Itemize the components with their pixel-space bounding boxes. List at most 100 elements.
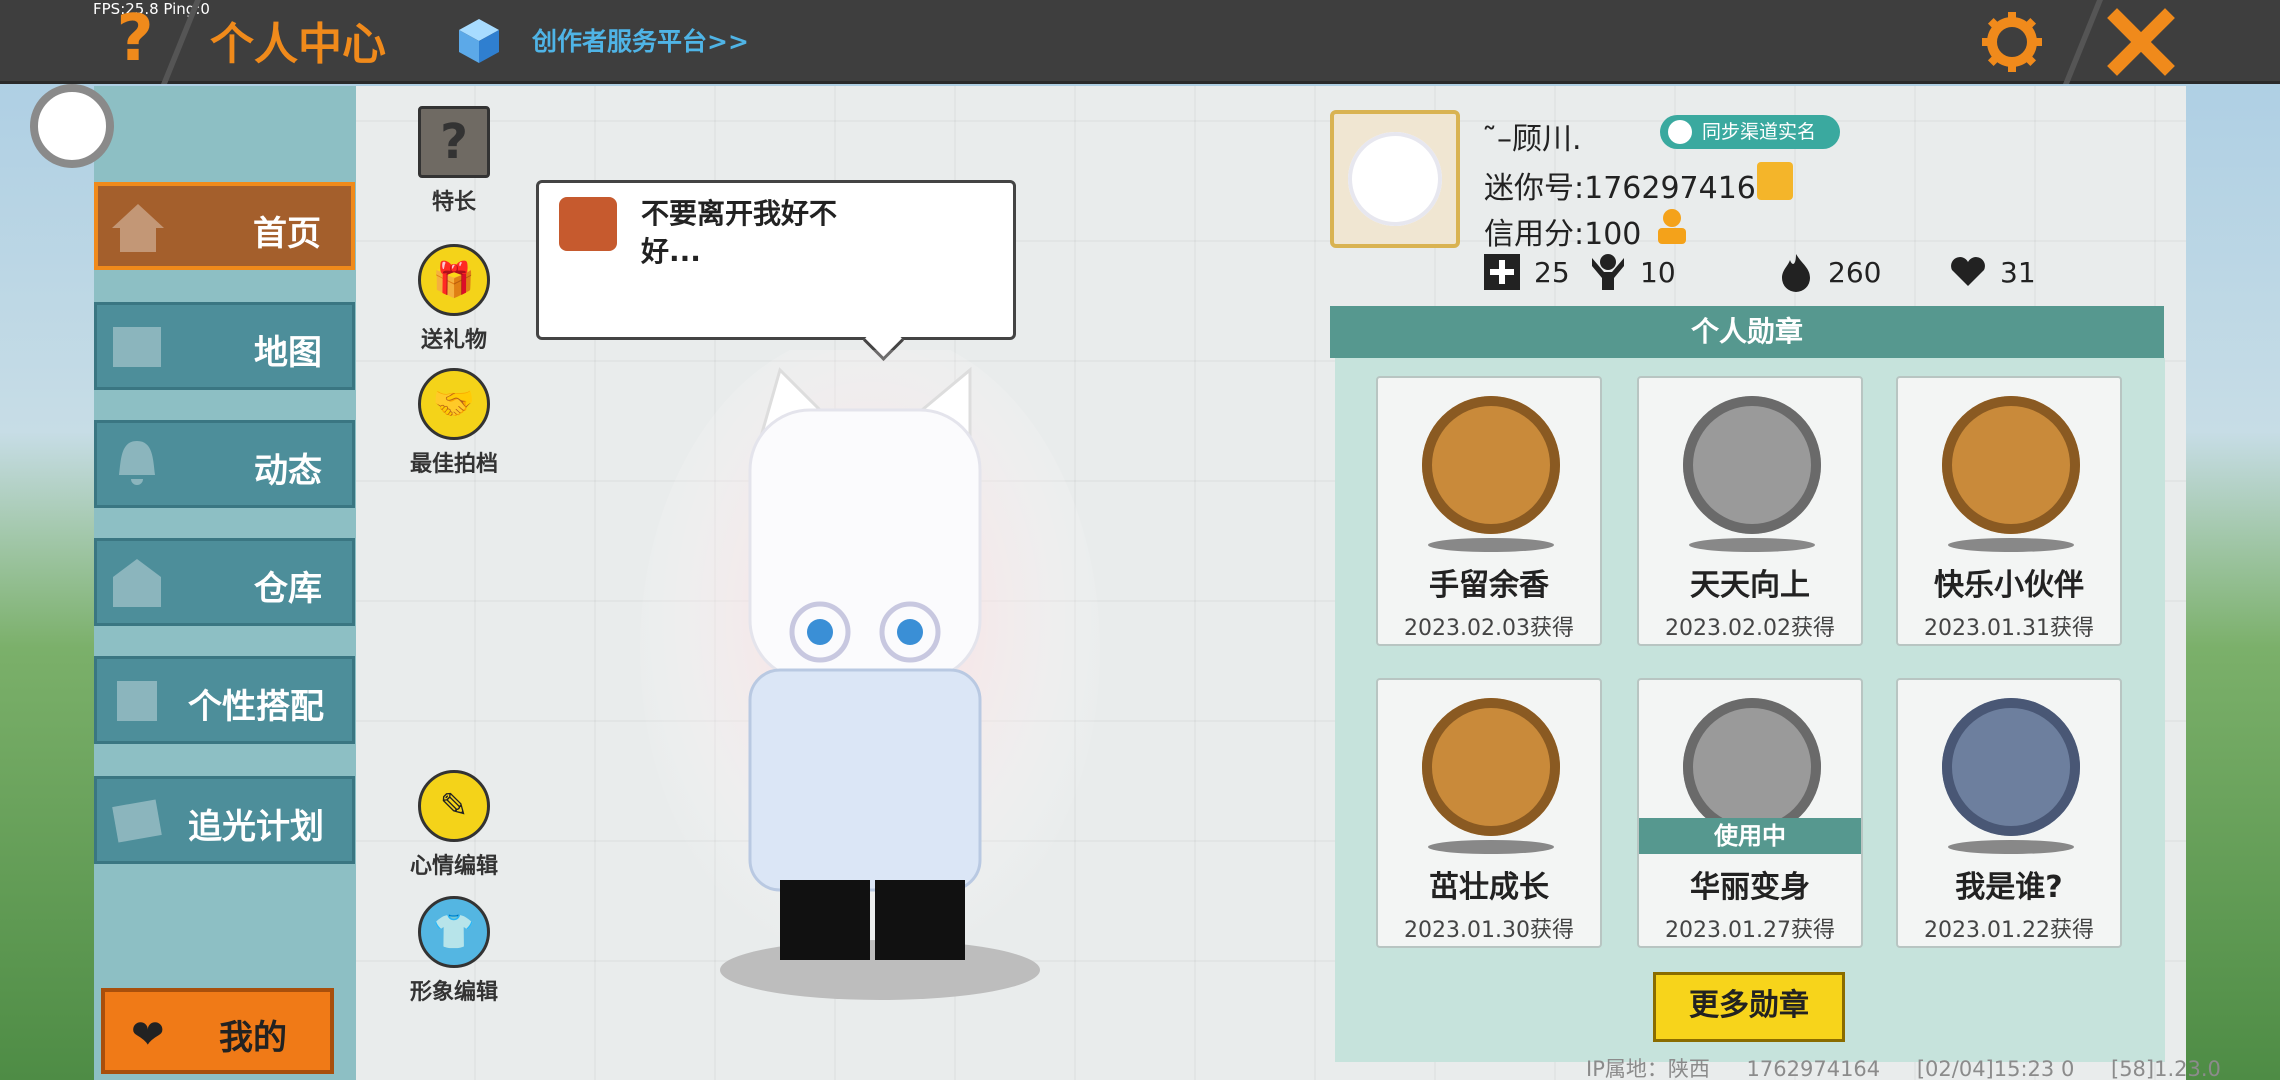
medal-date: 2023.01.30获得 xyxy=(1404,918,1574,943)
medal-date: 2023.02.03获得 xyxy=(1404,616,1574,641)
fans-icon xyxy=(1592,254,1624,290)
stat-value: 260 xyxy=(1828,255,1882,289)
sidebar-item-label: 仓库 xyxy=(254,569,322,609)
sidebar-item-map[interactable]: 地图 xyxy=(94,302,355,390)
sidebar-item-outfit[interactable]: 个性搭配 xyxy=(94,656,355,744)
stat-value: 10 xyxy=(1640,255,1676,289)
medal-card[interactable]: 使用中 华丽变身 2023.01.27获得 xyxy=(1637,678,1863,948)
stat-value: 31 xyxy=(2000,255,2036,289)
medal-card[interactable]: 快乐小伙伴 2023.01.31获得 xyxy=(1896,376,2122,646)
warehouse-icon xyxy=(113,559,161,607)
sidebar-item-label: 追光计划 xyxy=(188,807,324,847)
medal-icon xyxy=(1683,396,1821,534)
appearance-edit-button[interactable]: 👕 形象编辑 xyxy=(404,896,504,1006)
chase-light-icon xyxy=(112,799,162,843)
sidebar-item-feed[interactable]: 动态 xyxy=(94,420,355,508)
medal-name: 手留余香 xyxy=(1429,568,1549,603)
popularity-stat[interactable]: 260 xyxy=(1776,252,1881,292)
footer-time: [02/04]15:23 0 xyxy=(1916,1057,2075,1080)
edit-icon: ✎ xyxy=(418,770,490,842)
credit-icon[interactable] xyxy=(1652,206,1692,246)
gear-icon[interactable] xyxy=(1980,10,2044,74)
sidebar-item-warehouse[interactable]: 仓库 xyxy=(94,538,355,626)
footer-version: [58]1.23.0 xyxy=(2111,1057,2221,1080)
more-medals-button[interactable]: 更多勋章 xyxy=(1653,972,1845,1042)
ip-location: IP属地：陕西 xyxy=(1586,1057,1710,1080)
sidebar-item-chase-light[interactable]: 追光计划 xyxy=(94,776,355,864)
floating-record-button[interactable] xyxy=(30,84,114,168)
player-name: ˜–顾川. xyxy=(1482,122,1582,157)
medal-card[interactable]: 我是谁? 2023.01.22获得 xyxy=(1896,678,2122,948)
likes-stat[interactable]: 31 xyxy=(1948,252,2036,292)
heart-icon: ❤ xyxy=(131,1012,165,1058)
medal-card[interactable]: 手留余香 2023.02.03获得 xyxy=(1376,376,1602,646)
medal-name: 天天向上 xyxy=(1690,568,1810,603)
outfit-icon xyxy=(117,681,157,721)
copy-icon[interactable] xyxy=(1757,162,1793,200)
gift-icon: 🎁 xyxy=(418,244,490,316)
best-partner-button[interactable]: 🤝 最佳拍档 xyxy=(404,368,504,478)
help-icon[interactable]: ? xyxy=(105,4,165,74)
fans-stat[interactable]: 10 xyxy=(1588,252,1676,292)
medal-icon xyxy=(1422,698,1560,836)
medal-icon xyxy=(1942,396,2080,534)
action-label: 送礼物 xyxy=(420,328,487,353)
mood-avatar-icon xyxy=(559,197,617,251)
sidebar-item-home[interactable]: 首页 xyxy=(94,182,355,270)
talent-button[interactable]: ? 特长 xyxy=(404,106,504,216)
medal-card[interactable]: 天天向上 2023.02.02获得 xyxy=(1637,376,1863,646)
sidebar-item-label: 个性搭配 xyxy=(188,687,324,727)
friends-stat[interactable]: 25 xyxy=(1482,252,1570,292)
sidebar-item-label: 首页 xyxy=(253,214,321,254)
divider xyxy=(2063,0,2103,84)
speech-bubble: 不要离开我好不好... xyxy=(536,180,1016,340)
handshake-icon: 🤝 xyxy=(418,368,490,440)
mine-button[interactable]: ❤ 我的 xyxy=(101,988,334,1074)
footer-info: IP属地：陕西 1762974164 [02/04]15:23 0 [58]1.… xyxy=(1586,1053,2251,1080)
medal-date: 2023.01.22获得 xyxy=(1924,918,2094,943)
send-gift-button[interactable]: 🎁 送礼物 xyxy=(404,244,504,354)
action-label: 特长 xyxy=(431,190,476,215)
creator-platform-link[interactable]: 创作者服务平台>> xyxy=(532,22,749,58)
medal-panel-title: 个人勋章 xyxy=(1330,306,2164,358)
hearts-icon xyxy=(1951,257,1985,286)
action-label: 形象编辑 xyxy=(409,980,498,1005)
question-box-icon: ? xyxy=(418,106,490,178)
medal-date: 2023.02.02获得 xyxy=(1665,616,1835,641)
page-title: 个人中心 xyxy=(210,19,386,70)
medal-icon xyxy=(1942,698,2080,836)
mood-edit-button[interactable]: ✎ 心情编辑 xyxy=(404,770,504,880)
close-icon[interactable] xyxy=(2105,6,2177,78)
map-icon xyxy=(113,327,161,367)
outfit-icon: 👕 xyxy=(418,896,490,968)
medal-date: 2023.01.27获得 xyxy=(1665,918,1835,943)
medal-date: 2023.01.31获得 xyxy=(1924,616,2094,641)
realname-badge[interactable]: 同步渠道实名 xyxy=(1660,115,1840,149)
stat-value: 25 xyxy=(1534,255,1570,289)
medal-icon xyxy=(1422,396,1560,534)
sidebar-item-label: 地图 xyxy=(254,333,322,373)
top-bar: FPS:25.8 Ping:0 ? 个人中心 创作者服务平台>> xyxy=(0,0,2280,84)
medal-name: 茁壮成长 xyxy=(1429,870,1549,905)
player-character[interactable] xyxy=(640,350,1100,1010)
action-label: 心情编辑 xyxy=(409,854,498,879)
creator-cube-icon xyxy=(459,19,499,63)
medal-name: 华丽变身 xyxy=(1690,870,1810,905)
medal-name: 快乐小伙伴 xyxy=(1934,568,2084,603)
action-label: 最佳拍档 xyxy=(409,452,498,477)
bell-icon xyxy=(119,441,155,485)
fire-icon xyxy=(1782,254,1810,292)
home-icon xyxy=(112,204,164,252)
add-friend-icon xyxy=(1484,254,1520,290)
sidebar-item-label: 动态 xyxy=(254,451,322,491)
mine-label: 我的 xyxy=(219,1018,287,1058)
medal-card[interactable]: 茁壮成长 2023.01.30获得 xyxy=(1376,678,1602,948)
medal-icon xyxy=(1683,698,1821,836)
mini-id: 迷你号:1762974164 xyxy=(1484,171,1775,206)
medal-name: 我是谁? xyxy=(1955,870,2063,905)
avatar[interactable] xyxy=(1330,110,1460,248)
in-use-badge: 使用中 xyxy=(1639,818,1861,854)
footer-uid: 1762974164 xyxy=(1746,1057,1881,1080)
credit-score: 信用分:100 xyxy=(1484,217,1642,252)
speech-text: 不要离开我好不好... xyxy=(641,197,838,268)
